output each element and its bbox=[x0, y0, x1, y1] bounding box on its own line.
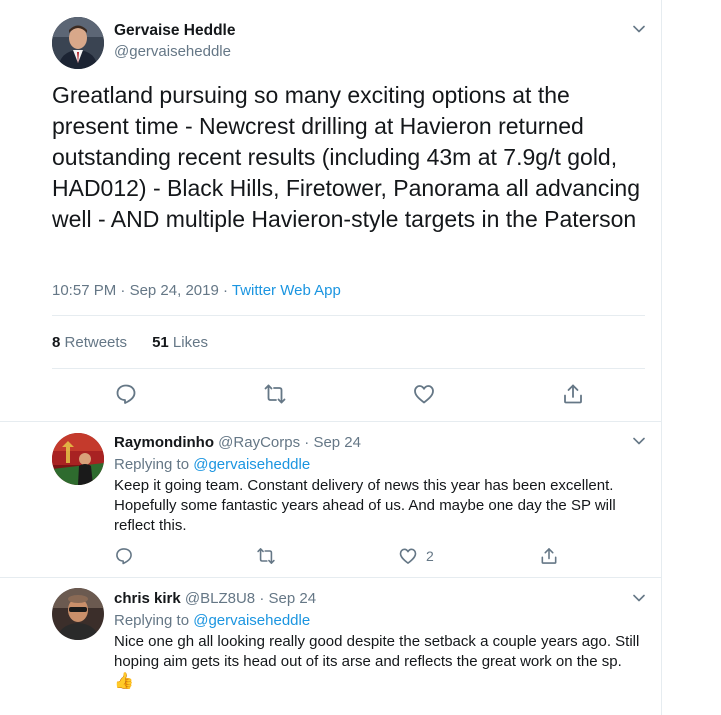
author-handle[interactable]: @gervaiseheddle bbox=[114, 43, 231, 60]
reply-text: Keep it going team. Constant delivery of… bbox=[114, 477, 616, 534]
tweet-date[interactable]: Sep 24, 2019 bbox=[130, 282, 219, 299]
replying-to: Replying to @gervaiseheddle bbox=[114, 612, 310, 629]
reply-tweet[interactable]: chris kirk @BLZ8U8 · Sep 24 Replying to … bbox=[0, 578, 661, 715]
retweets-count: 8 bbox=[52, 334, 61, 351]
likes-stat[interactable]: 51 Likes bbox=[152, 334, 208, 351]
replying-to: Replying to @gervaiseheddle bbox=[114, 456, 310, 473]
reply-button[interactable] bbox=[114, 546, 134, 566]
meta-separator: · bbox=[116, 282, 130, 299]
retweets-stat[interactable]: 8 Retweets bbox=[52, 334, 127, 351]
retweet-button[interactable] bbox=[256, 546, 276, 566]
author-name[interactable]: Gervaise Heddle bbox=[114, 22, 235, 40]
avatar-image bbox=[52, 433, 104, 485]
like-count: 2 bbox=[426, 548, 434, 564]
likes-label: Likes bbox=[172, 334, 208, 351]
retweet-icon bbox=[257, 548, 275, 564]
thumbs-up-icon: 👍 bbox=[114, 673, 134, 690]
avatar-image bbox=[52, 588, 104, 640]
avatar[interactable] bbox=[52, 433, 104, 485]
avatar[interactable] bbox=[52, 17, 104, 69]
reply-icon[interactable] bbox=[114, 382, 138, 406]
reply-tweet[interactable]: Raymondinho @RayCorps · Sep 24 Replying … bbox=[0, 422, 661, 577]
reply-date[interactable]: Sep 24 bbox=[269, 590, 317, 607]
likes-count: 51 bbox=[152, 334, 169, 351]
reply-author-name[interactable]: chris kirk bbox=[114, 590, 181, 607]
meta-separator: · bbox=[300, 434, 314, 451]
reply-author-handle[interactable]: @RayCorps bbox=[218, 434, 300, 451]
column-border bbox=[661, 0, 662, 715]
reply-date[interactable]: Sep 24 bbox=[313, 434, 361, 451]
tweet-text: Greatland pursuing so many exciting opti… bbox=[52, 82, 647, 232]
share-icon bbox=[541, 548, 557, 564]
reply-author-handle[interactable]: @BLZ8U8 bbox=[185, 590, 255, 607]
engagement-stats: 8 Retweets 51 Likes bbox=[52, 334, 208, 351]
divider bbox=[52, 315, 645, 316]
reply-author-name[interactable]: Raymondinho bbox=[114, 434, 214, 451]
chevron-down-icon[interactable] bbox=[631, 21, 647, 37]
chevron-down-icon[interactable] bbox=[631, 433, 647, 449]
avatar[interactable] bbox=[52, 588, 104, 640]
like-icon bbox=[399, 548, 417, 564]
tweet-source[interactable]: Twitter Web App bbox=[232, 282, 341, 299]
retweets-label: Retweets bbox=[64, 334, 128, 351]
chevron-down-icon[interactable] bbox=[631, 590, 647, 606]
tweet-meta: 10:57 PM · Sep 24, 2019 · Twitter Web Ap… bbox=[52, 282, 341, 299]
avatar-image bbox=[52, 17, 104, 69]
main-tweet: Gervaise Heddle @gervaiseheddle Greatlan… bbox=[0, 0, 661, 421]
divider bbox=[52, 368, 645, 369]
replying-to-handle[interactable]: @gervaiseheddle bbox=[193, 456, 310, 473]
retweet-icon[interactable] bbox=[263, 382, 287, 406]
reply-header: Raymondinho @RayCorps · Sep 24 bbox=[114, 434, 361, 451]
replying-label: Replying to bbox=[114, 456, 190, 473]
reply-text-content: Nice one gh all looking really good desp… bbox=[114, 633, 640, 670]
like-button[interactable]: 2 bbox=[398, 546, 434, 566]
meta-separator: · bbox=[255, 590, 269, 607]
meta-separator: · bbox=[218, 282, 232, 299]
like-icon[interactable] bbox=[412, 382, 436, 406]
replying-to-handle[interactable]: @gervaiseheddle bbox=[193, 612, 310, 629]
tweet-time[interactable]: 10:57 PM bbox=[52, 282, 116, 299]
share-icon[interactable] bbox=[561, 382, 585, 406]
share-button[interactable] bbox=[539, 546, 559, 566]
reply-text: Nice one gh all looking really good desp… bbox=[114, 632, 644, 692]
replying-label: Replying to bbox=[114, 612, 190, 629]
reply-header: chris kirk @BLZ8U8 · Sep 24 bbox=[114, 590, 316, 607]
reply-icon bbox=[116, 548, 132, 565]
